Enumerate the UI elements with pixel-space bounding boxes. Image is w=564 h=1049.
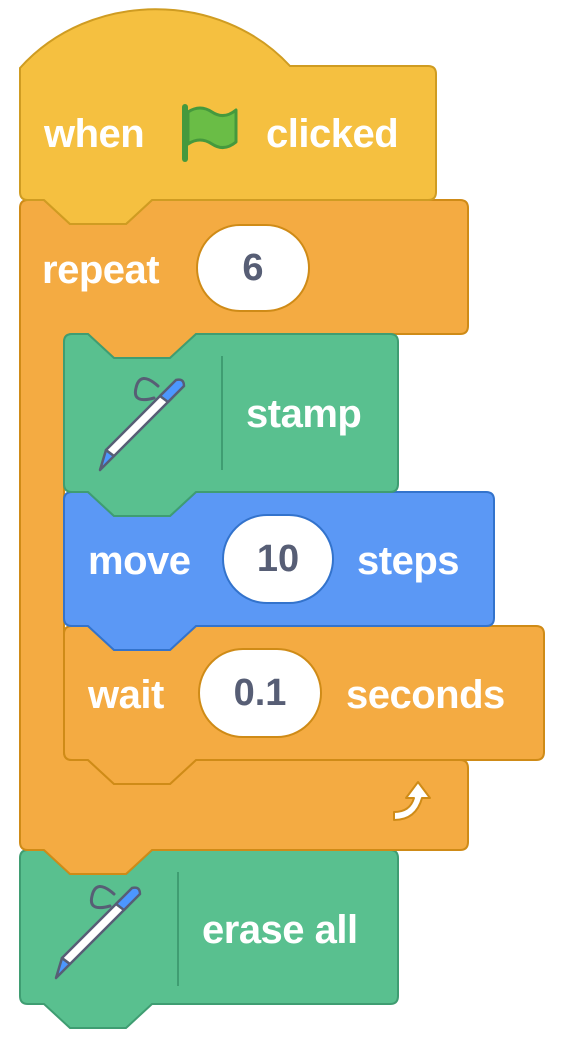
erase-all-label: erase all: [202, 908, 358, 952]
steps-input[interactable]: 10: [222, 514, 334, 604]
steps-label: steps: [357, 539, 460, 583]
wait-label: wait: [88, 673, 164, 717]
move-label: move: [88, 539, 191, 583]
repeat-label: repeat: [42, 248, 160, 292]
stamp-label: stamp: [246, 392, 362, 436]
wait-duration-input[interactable]: 0.1: [198, 648, 322, 738]
when-label: when: [44, 112, 145, 156]
seconds-label: seconds: [346, 673, 505, 717]
repeat-count-input[interactable]: 6: [196, 224, 310, 312]
clicked-label: clicked: [266, 112, 399, 156]
